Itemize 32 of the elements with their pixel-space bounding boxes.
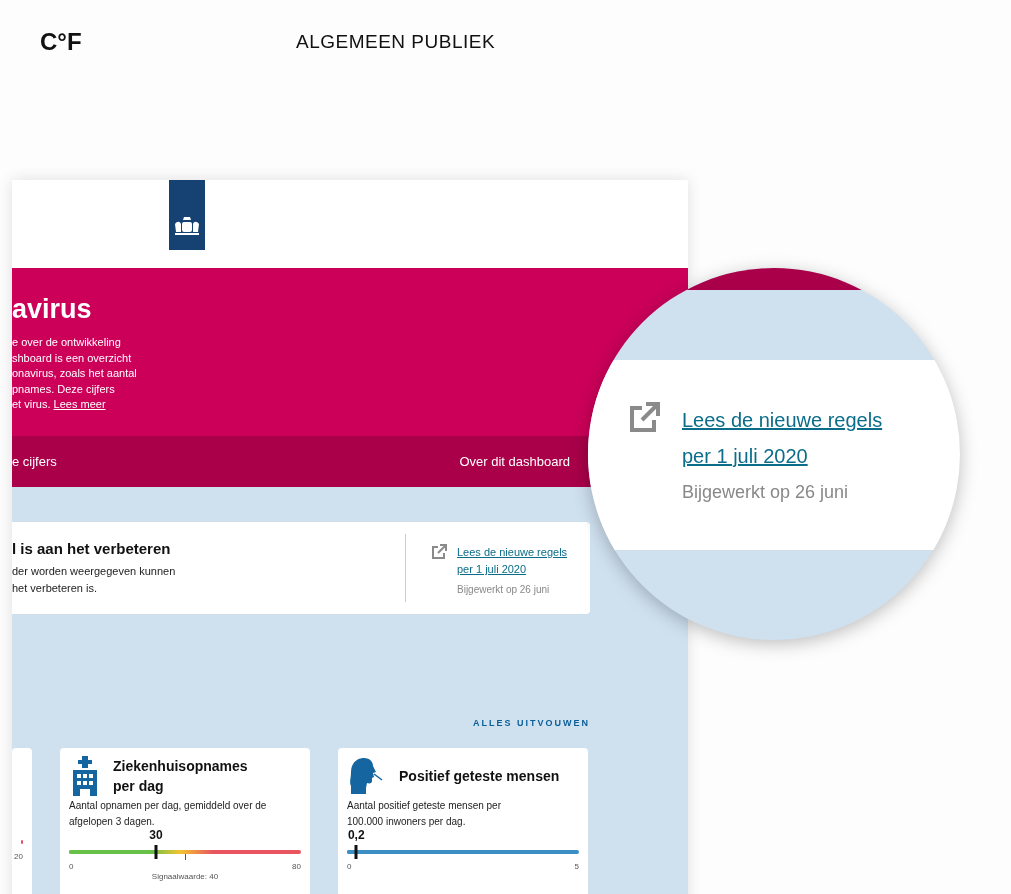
updated-date: Bijgewerkt op 26 juni: [682, 482, 850, 503]
hospital-icon: [73, 756, 97, 796]
expand-all-link[interactable]: ALLES UITVOUWEN: [473, 718, 590, 728]
signal-value: Signaalwaarde: 40: [151, 872, 219, 881]
logo: C°F: [40, 28, 83, 56]
card-title: Ziekenhuisopnames per dag: [113, 757, 249, 796]
meter-marker: [354, 845, 358, 859]
audience-label: ALGEMEEN PUBLIEK: [296, 31, 496, 53]
intro-text: e over de ontwikkeling shboard is een overzicht onavirus, zoals het aantal pnames. Deze cijfers et virus. Lees meer: [12, 335, 138, 412]
card-description: Aantal opnamen per dag, gemiddeld over de afgelopen 3 dagen.: [69, 799, 268, 829]
notice-text: der worden weergegeven kunnen het verbeteren is.: [12, 563, 177, 596]
meter-marker: [154, 845, 158, 859]
meter-value: 30: [149, 828, 163, 842]
rules-link[interactable]: Lees de nieuwe regels per 1 juli 2020: [457, 544, 577, 578]
card-description: Aantal positief geteste mensen per 100.000 inwoners per dag.: [347, 799, 502, 829]
meter-value: 0,2: [347, 828, 365, 842]
nav-link[interactable]: Over dit dashboard: [459, 454, 570, 469]
notice-title: l is aan het verbeteren: [12, 539, 172, 557]
rules-link[interactable]: Lees de nieuwe regels per 1 juli 2020: [682, 402, 902, 474]
nav-link[interactable]: e cijfers: [12, 454, 57, 469]
scale-label: 20: [14, 852, 23, 861]
read-more-link[interactable]: Lees meer: [53, 398, 106, 410]
scale-label: 5: [574, 862, 579, 871]
external-link-icon: [628, 402, 660, 434]
scale-label: 0: [347, 862, 352, 871]
external-link-icon: [431, 544, 447, 560]
scale-label: 0: [69, 862, 74, 871]
scale-label: 80: [292, 862, 301, 871]
updated-date: Bijgewerkt op 26 juni: [457, 584, 551, 595]
card-title: Positief geteste mensen: [399, 767, 561, 786]
head-swab-icon: [347, 758, 383, 794]
page-title: avirus: [12, 294, 93, 325]
